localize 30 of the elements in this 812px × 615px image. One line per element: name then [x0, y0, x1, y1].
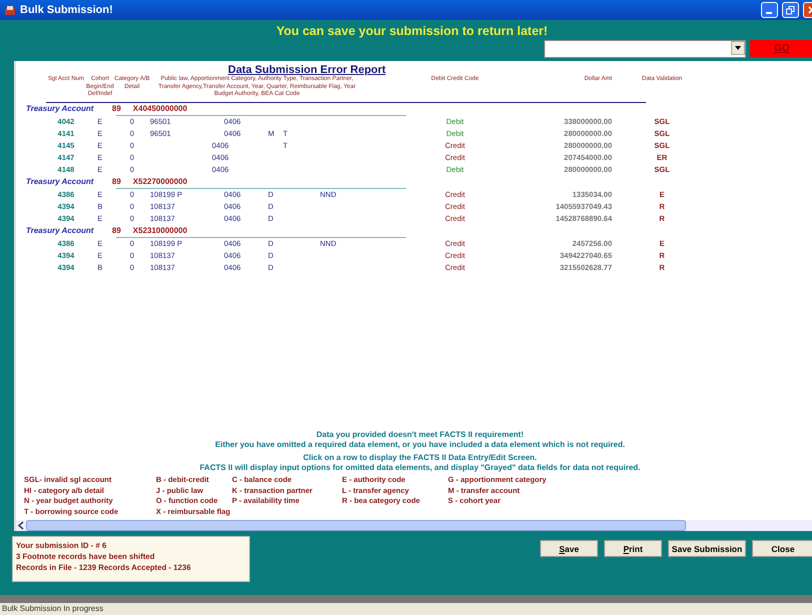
- caret-icon: [735, 46, 741, 50]
- action-button[interactable]: Print: [604, 540, 662, 557]
- dropdown-button[interactable]: [731, 41, 745, 55]
- restore-icon: [786, 6, 795, 14]
- error-message: Either you have omitted a required data element, or you have included a data element which is not required.: [215, 440, 625, 450]
- agency-code: 89: [112, 226, 121, 235]
- banner-message: You can save your submission to return later!: [276, 24, 548, 38]
- account-number: X52270000000: [132, 177, 188, 186]
- minimize-button[interactable]: [761, 2, 778, 18]
- group-label: Treasury Account: [26, 104, 95, 113]
- error-message: Data you provided doesn't meet FACTS II requirement!: [316, 430, 524, 440]
- scroll-left-icon[interactable]: [16, 520, 26, 531]
- group-label: Treasury Account: [26, 226, 95, 235]
- restore-button[interactable]: [782, 2, 799, 18]
- report-title: Data Submission Error Report: [228, 64, 387, 76]
- instruction-text: FACTS II will display input options for omitted data elements, and display "Grayed" data fields for data not required.: [200, 463, 640, 473]
- horizontal-scrollbar[interactable]: [16, 520, 812, 531]
- scrollbar-thumb[interactable]: [26, 520, 686, 531]
- action-button[interactable]: Save: [540, 540, 598, 557]
- group-label: Treasury Account: [26, 177, 95, 186]
- agency-code: 89: [112, 177, 121, 186]
- account-number: X40450000000: [132, 104, 188, 113]
- agency-code: 89: [112, 104, 121, 113]
- status-bar: Bulk Submission In progress: [0, 595, 812, 615]
- action-button[interactable]: Close: [752, 540, 812, 557]
- window-title: Bulk Submission!: [20, 4, 114, 16]
- app-icon: [4, 4, 16, 16]
- account-number: X52310000000: [132, 226, 188, 235]
- action-button[interactable]: Save Submission: [668, 540, 746, 557]
- instruction-text: Click on a row to display the FACTS II Data Entry/Edit Screen.: [303, 453, 537, 463]
